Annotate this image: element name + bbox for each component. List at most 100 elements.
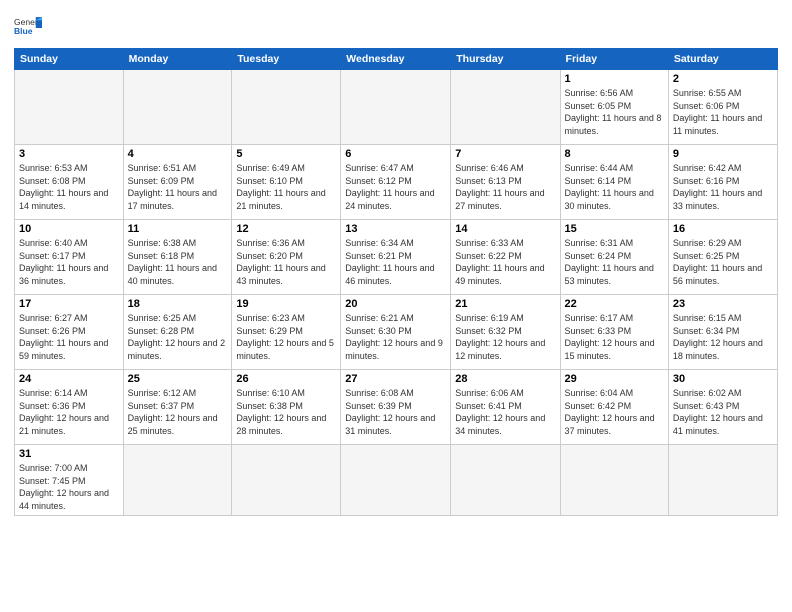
- weekday-saturday: Saturday: [668, 49, 777, 70]
- calendar-cell: [341, 445, 451, 516]
- day-number: 19: [236, 298, 336, 310]
- day-info: Sunrise: 6:38 AMSunset: 6:18 PMDaylight:…: [128, 237, 228, 287]
- day-info: Sunrise: 6:34 AMSunset: 6:21 PMDaylight:…: [345, 237, 446, 287]
- calendar-cell: 20 Sunrise: 6:21 AMSunset: 6:30 PMDayligh…: [341, 295, 451, 370]
- calendar-cell: [123, 445, 232, 516]
- calendar-cell: 19Sunrise: 6:23 AMSunset: 6:29 PMDayligh…: [232, 295, 341, 370]
- calendar-cell: [560, 445, 668, 516]
- day-number: 8: [565, 148, 664, 160]
- day-number: 15: [565, 223, 664, 235]
- calendar-cell: 31Sunrise: 7:00 AMSunset: 7:45 PMDayligh…: [15, 445, 124, 516]
- calendar-cell: 6Sunrise: 6:47 AMSunset: 6:12 PMDaylight…: [341, 145, 451, 220]
- day-number: 29: [565, 373, 664, 385]
- day-number: 30: [673, 373, 773, 385]
- calendar-cell: [341, 70, 451, 145]
- day-info: Sunrise: 6:27 AMSunset: 6:26 PMDaylight:…: [19, 312, 119, 362]
- day-number: 28: [455, 373, 555, 385]
- weekday-sunday: Sunday: [15, 49, 124, 70]
- day-info: Sunrise: 6:55 AMSunset: 6:06 PMDaylight:…: [673, 87, 773, 137]
- day-number: 7: [455, 148, 555, 160]
- day-number: 9: [673, 148, 773, 160]
- day-number: 10: [19, 223, 119, 235]
- week-row-3: 17 Sunrise: 6:27 AMSunset: 6:26 PMDayligh…: [15, 295, 778, 370]
- day-number: 17: [19, 298, 119, 310]
- day-info: Sunrise: 6:40 AMSunset: 6:17 PMDaylight:…: [19, 237, 119, 287]
- calendar-cell: 28 Sunrise: 6:06 AMSunset: 6:41 PMDayligh…: [451, 370, 560, 445]
- calendar-cell: 23 Sunrise: 6:15 AMSunset: 6:34 PMDayligh…: [668, 295, 777, 370]
- calendar-cell: 24 Sunrise: 6:14 AMSunset: 6:36 PMDayligh…: [15, 370, 124, 445]
- day-number: 1: [565, 73, 664, 85]
- calendar-cell: 9 Sunrise: 6:42 AMSunset: 6:16 PMDaylight…: [668, 145, 777, 220]
- day-number: 2: [673, 73, 773, 85]
- day-number: 31: [19, 448, 119, 460]
- svg-text:Blue: Blue: [14, 26, 33, 36]
- day-number: 13: [345, 223, 446, 235]
- day-info: Sunrise: 6:21 AMSunset: 6:30 PMDaylight:…: [345, 312, 446, 362]
- day-info: Sunrise: 6:12 AMSunset: 6:37 PMDaylight:…: [128, 387, 228, 437]
- day-info: Sunrise: 6:19 AMSunset: 6:32 PMDaylight:…: [455, 312, 555, 362]
- week-row-4: 24 Sunrise: 6:14 AMSunset: 6:36 PMDayligh…: [15, 370, 778, 445]
- calendar-cell: 21 Sunrise: 6:19 AMSunset: 6:32 PMDayligh…: [451, 295, 560, 370]
- calendar-cell: [451, 70, 560, 145]
- calendar-cell: 22 Sunrise: 6:17 AMSunset: 6:33 PMDayligh…: [560, 295, 668, 370]
- logo: General Blue: [14, 14, 42, 42]
- calendar-cell: 16 Sunrise: 6:29 AMSunset: 6:25 PMDayligh…: [668, 220, 777, 295]
- week-row-0: 1 Sunrise: 6:56 AMSunset: 6:05 PMDaylight…: [15, 70, 778, 145]
- calendar-cell: [232, 70, 341, 145]
- day-info: Sunrise: 6:14 AMSunset: 6:36 PMDaylight:…: [19, 387, 119, 437]
- calendar-cell: [123, 70, 232, 145]
- day-number: 20: [345, 298, 446, 310]
- day-number: 3: [19, 148, 119, 160]
- day-number: 23: [673, 298, 773, 310]
- calendar-cell: 1 Sunrise: 6:56 AMSunset: 6:05 PMDaylight…: [560, 70, 668, 145]
- calendar-cell: 30Sunrise: 6:02 AMSunset: 6:43 PMDayligh…: [668, 370, 777, 445]
- day-info: Sunrise: 6:49 AMSunset: 6:10 PMDaylight:…: [236, 162, 336, 212]
- day-number: 21: [455, 298, 555, 310]
- day-info: Sunrise: 6:04 AMSunset: 6:42 PMDaylight:…: [565, 387, 664, 437]
- generalblue-icon: General Blue: [14, 14, 42, 42]
- day-info: Sunrise: 6:29 AMSunset: 6:25 PMDaylight:…: [673, 237, 773, 287]
- weekday-tuesday: Tuesday: [232, 49, 341, 70]
- calendar-cell: 13 Sunrise: 6:34 AMSunset: 6:21 PMDayligh…: [341, 220, 451, 295]
- calendar-cell: [232, 445, 341, 516]
- day-info: Sunrise: 6:17 AMSunset: 6:33 PMDaylight:…: [565, 312, 664, 362]
- day-number: 11: [128, 223, 228, 235]
- calendar-cell: 3 Sunrise: 6:53 AMSunset: 6:08 PMDaylight…: [15, 145, 124, 220]
- weekday-header-row: SundayMondayTuesdayWednesdayThursdayFrid…: [15, 49, 778, 70]
- calendar-cell: 8 Sunrise: 6:44 AMSunset: 6:14 PMDaylight…: [560, 145, 668, 220]
- day-info: Sunrise: 6:06 AMSunset: 6:41 PMDaylight:…: [455, 387, 555, 437]
- calendar-cell: 15 Sunrise: 6:31 AMSunset: 6:24 PMDayligh…: [560, 220, 668, 295]
- day-number: 5: [236, 148, 336, 160]
- week-row-5: 31Sunrise: 7:00 AMSunset: 7:45 PMDayligh…: [15, 445, 778, 516]
- calendar-cell: [451, 445, 560, 516]
- day-number: 24: [19, 373, 119, 385]
- calendar-cell: 11 Sunrise: 6:38 AMSunset: 6:18 PMDayligh…: [123, 220, 232, 295]
- day-number: 22: [565, 298, 664, 310]
- week-row-1: 3 Sunrise: 6:53 AMSunset: 6:08 PMDaylight…: [15, 145, 778, 220]
- calendar-cell: 27Sunrise: 6:08 AMSunset: 6:39 PMDayligh…: [341, 370, 451, 445]
- calendar-cell: 2 Sunrise: 6:55 AMSunset: 6:06 PMDaylight…: [668, 70, 777, 145]
- calendar-page: General Blue SundayMondayTuesdayWednesda…: [0, 0, 792, 612]
- day-info: Sunrise: 6:31 AMSunset: 6:24 PMDaylight:…: [565, 237, 664, 287]
- calendar-cell: 14Sunrise: 6:33 AMSunset: 6:22 PMDayligh…: [451, 220, 560, 295]
- calendar-cell: [668, 445, 777, 516]
- day-info: Sunrise: 6:56 AMSunset: 6:05 PMDaylight:…: [565, 87, 664, 137]
- calendar-cell: 10 Sunrise: 6:40 AMSunset: 6:17 PMDayligh…: [15, 220, 124, 295]
- day-info: Sunrise: 6:15 AMSunset: 6:34 PMDaylight:…: [673, 312, 773, 362]
- day-number: 4: [128, 148, 228, 160]
- calendar-cell: 4Sunrise: 6:51 AMSunset: 6:09 PMDaylight…: [123, 145, 232, 220]
- day-info: Sunrise: 6:42 AMSunset: 6:16 PMDaylight:…: [673, 162, 773, 212]
- day-number: 16: [673, 223, 773, 235]
- weekday-friday: Friday: [560, 49, 668, 70]
- header: General Blue: [14, 10, 778, 42]
- day-number: 12: [236, 223, 336, 235]
- calendar-cell: 7Sunrise: 6:46 AMSunset: 6:13 PMDaylight…: [451, 145, 560, 220]
- day-number: 6: [345, 148, 446, 160]
- day-info: Sunrise: 6:33 AMSunset: 6:22 PMDaylight:…: [455, 237, 555, 287]
- day-info: Sunrise: 6:53 AMSunset: 6:08 PMDaylight:…: [19, 162, 119, 212]
- weekday-thursday: Thursday: [451, 49, 560, 70]
- day-info: Sunrise: 6:10 AMSunset: 6:38 PMDaylight:…: [236, 387, 336, 437]
- day-info: Sunrise: 6:44 AMSunset: 6:14 PMDaylight:…: [565, 162, 664, 212]
- weekday-wednesday: Wednesday: [341, 49, 451, 70]
- calendar-cell: 29 Sunrise: 6:04 AMSunset: 6:42 PMDayligh…: [560, 370, 668, 445]
